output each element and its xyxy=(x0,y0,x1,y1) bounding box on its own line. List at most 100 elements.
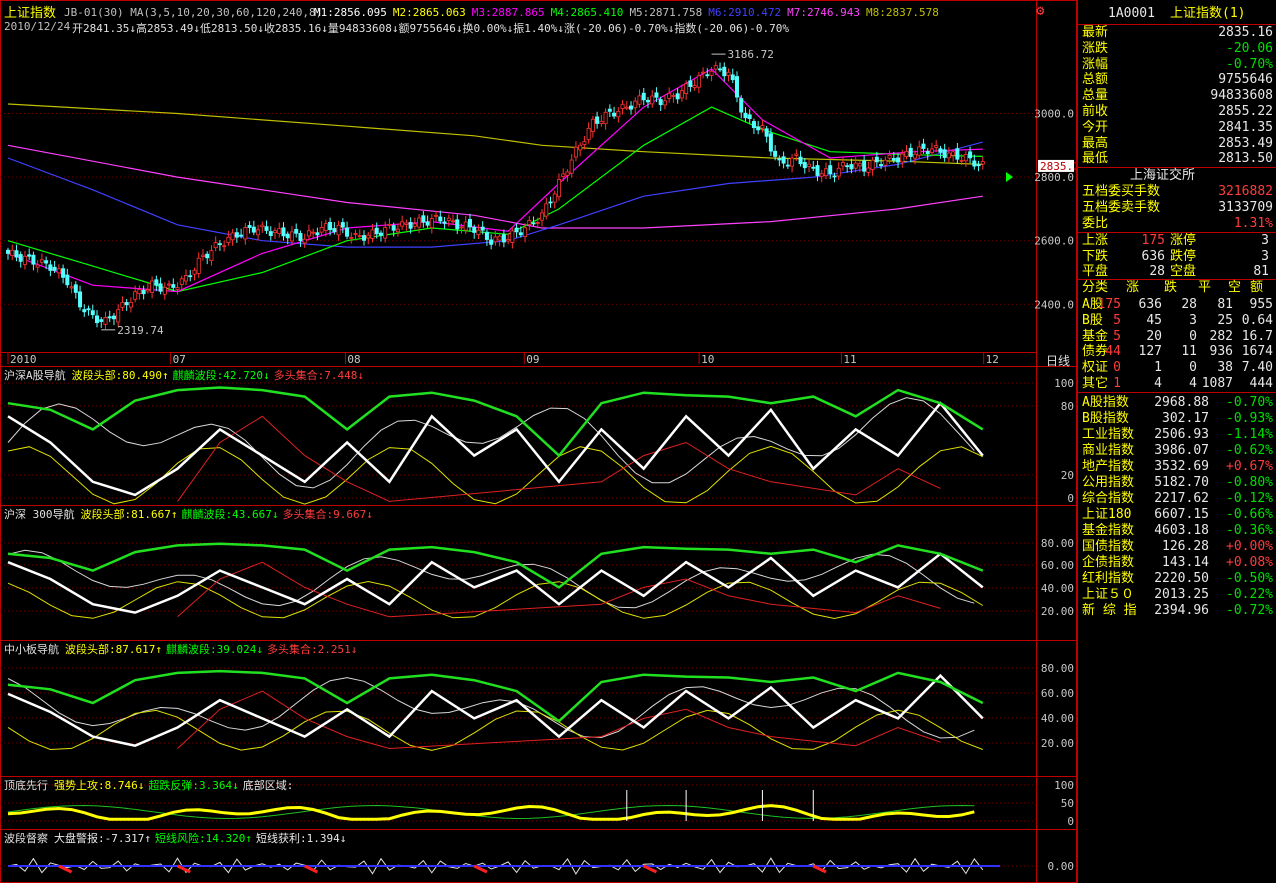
kline-chart-svg[interactable]: 2400.0 2600.0 2800.0 3000.0 2010 07 08 09 10 11 12… xyxy=(0,0,1077,883)
sub-panel-value-2-1: 波段头部:81.667↑ xyxy=(80,508,178,521)
candle-body xyxy=(340,222,345,228)
oscillator-yellow-line xyxy=(7,709,983,751)
candle-body xyxy=(357,235,362,237)
class-header-row: 分类涨跌平空额 xyxy=(1082,280,1264,295)
candle-body xyxy=(472,226,477,233)
x-tick-label: 08 xyxy=(347,353,360,366)
sub-tick-label: 40.00 xyxy=(1041,712,1074,725)
sub-panel-title-1: 沪深A股导航 波段头部:80.490↑ 麒麟波段:42.720↓ 多头集合:7.448… xyxy=(4,369,364,382)
oscillator-green-line xyxy=(7,386,984,458)
candle-body xyxy=(840,162,845,167)
candle-body xyxy=(434,214,439,217)
period-label[interactable]: 日线 xyxy=(1046,352,1070,369)
price-tick-label: 2800.0 xyxy=(1034,171,1074,184)
index-row: 国债指数 126.28 +0.00% xyxy=(1082,539,1273,554)
candle-body xyxy=(417,217,422,228)
candle-body xyxy=(184,275,189,282)
sub-panel-value-4-1: 强势上攻:8.746↓ xyxy=(54,779,145,792)
candle-body xyxy=(734,76,739,98)
candle-body xyxy=(709,70,714,76)
candle-body xyxy=(595,116,600,124)
candle-body xyxy=(586,127,591,141)
candle-body xyxy=(323,223,328,231)
candle-body xyxy=(213,242,218,249)
candle-body xyxy=(963,154,968,162)
candle-body xyxy=(929,148,934,154)
candle-body xyxy=(612,112,617,117)
breadth-row: 上涨 175 涨停 3 xyxy=(1082,233,1269,248)
candle-body xyxy=(175,287,180,290)
candle-body xyxy=(35,264,40,268)
candle-body xyxy=(268,231,273,236)
candle-body xyxy=(896,157,901,163)
chart-area[interactable]: 2400.0 2600.0 2800.0 3000.0 2010 07 08 09 10 11 12… xyxy=(0,0,1077,883)
exchange-name: 上海证交所 xyxy=(1130,168,1196,183)
sidebar-header: 1A0001 上证指数(1) xyxy=(1078,6,1276,22)
candle-body xyxy=(298,233,303,242)
candle-body xyxy=(874,156,879,163)
candle-body xyxy=(777,158,782,161)
candle-body xyxy=(31,254,36,265)
candle-body xyxy=(972,160,977,167)
candle-body xyxy=(315,232,320,236)
x-tick-label: 07 xyxy=(173,353,186,366)
candle-body xyxy=(319,226,324,233)
chart-title: 上证指数 xyxy=(4,6,57,21)
candle-body xyxy=(887,154,892,159)
candle-body xyxy=(497,235,502,241)
sub-tick-label: 20.00 xyxy=(1041,737,1074,750)
ma-line-M4 xyxy=(7,106,983,293)
candle-body xyxy=(362,235,367,241)
candle-body xyxy=(167,283,172,286)
candle-body xyxy=(540,212,545,221)
candle-body xyxy=(739,98,744,113)
candle-body xyxy=(968,151,973,159)
candle-body xyxy=(150,280,155,293)
candle-body xyxy=(946,152,951,159)
quote-sidebar: 1A0001 上证指数(1) 最新 2835.16 涨跌 -20.06 涨幅 -0.70%… xyxy=(1077,0,1276,883)
candle-body xyxy=(158,283,163,292)
candle-body xyxy=(239,234,244,237)
candle-body xyxy=(226,236,231,244)
candle-body xyxy=(73,284,78,293)
candle-body xyxy=(569,159,574,174)
ma-value-5: M5:2871.758 xyxy=(629,6,703,19)
candle-body xyxy=(556,179,561,198)
candle-body xyxy=(48,264,53,271)
candle-body xyxy=(65,274,70,286)
candle-body xyxy=(408,222,413,229)
candle-body xyxy=(14,250,19,258)
candle-body xyxy=(696,75,701,88)
candle-body xyxy=(802,161,807,169)
candle-body xyxy=(476,229,481,235)
candle-body xyxy=(662,100,667,106)
candle-body xyxy=(684,83,689,94)
candle-body xyxy=(145,289,150,292)
candle-body xyxy=(523,227,528,237)
candle-body xyxy=(463,221,468,231)
candle-body xyxy=(69,286,74,289)
candle-body xyxy=(133,291,138,300)
sub-panel-value-2-2: 麒麟波段:43.667↓ xyxy=(181,508,279,521)
sub-panel-title-2: 沪深 300导航 波段头部:81.667↑ 麒麟波段:43.667↓ 多头集合:9.6… xyxy=(4,508,373,521)
candle-body xyxy=(781,156,786,164)
candle-body xyxy=(688,80,693,87)
candle-body xyxy=(22,255,27,265)
candle-body xyxy=(658,99,663,106)
candle-body xyxy=(650,95,655,105)
quote-row: 最新 2835.16 xyxy=(1082,25,1273,40)
candle-body xyxy=(637,95,642,105)
candle-body xyxy=(370,229,375,239)
class-row: 债券 44 127 11 936 1674 xyxy=(1082,344,1273,360)
candle-body xyxy=(200,254,205,257)
candle-body xyxy=(425,221,430,226)
index-row: 新 综 指 2394.96 -0.72% xyxy=(1082,603,1273,618)
candle-body xyxy=(137,289,142,295)
candle-body xyxy=(645,99,650,103)
settings-icon[interactable]: ⚙ xyxy=(1036,3,1044,19)
candle-body xyxy=(552,193,557,203)
sub-panel-value-5-2: 短线风险:14.320↑ xyxy=(154,832,252,845)
candle-body xyxy=(302,238,307,244)
candle-body xyxy=(103,317,108,325)
candle-body xyxy=(61,268,66,278)
